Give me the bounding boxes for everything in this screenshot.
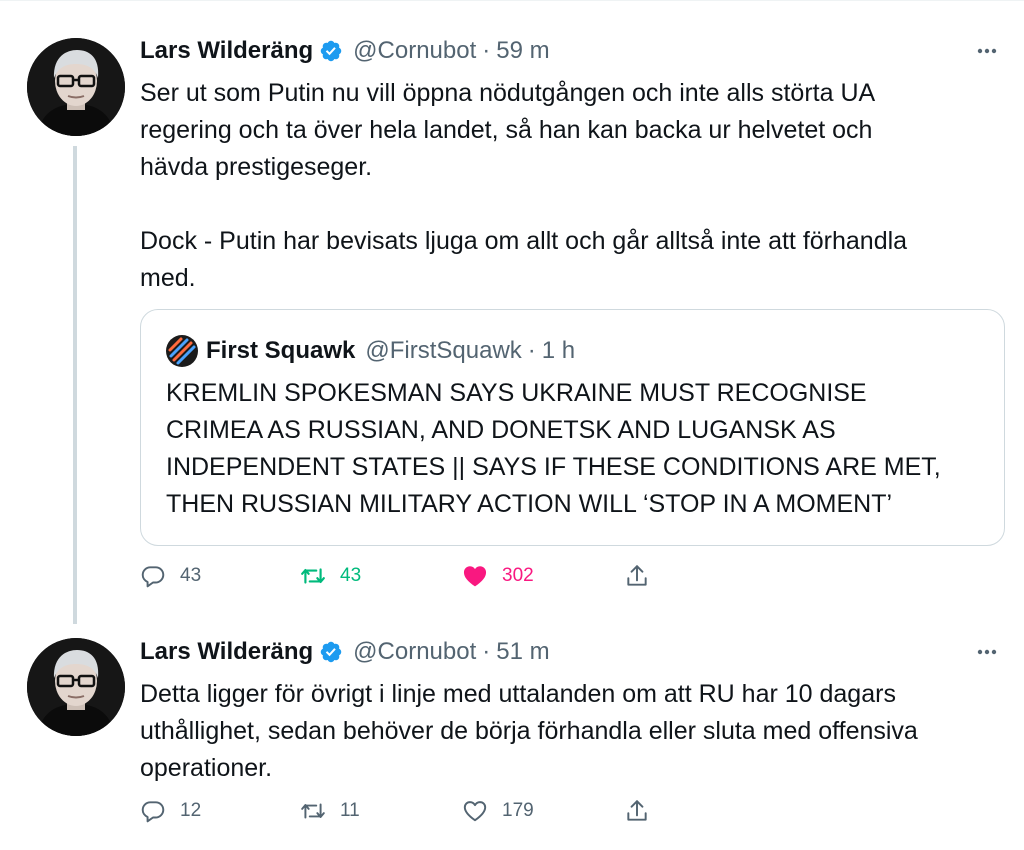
heart-icon [463, 566, 487, 587]
like-count: 302 [502, 565, 534, 586]
retweet-icon [301, 803, 325, 819]
tweet-text: Ser ut som Putin nu vill öppna nödutgång… [140, 75, 1000, 297]
tweet-text-line: Ser ut som Putin nu vill öppna nödutgång… [140, 79, 876, 107]
tweet-text-line: hävda prestigeseger. [140, 153, 373, 181]
retweet-button[interactable]: 43 [300, 558, 361, 594]
author-handle[interactable]: @Cornubot [353, 37, 476, 65]
tweet-text-line: operationer. [140, 754, 273, 782]
quoted-text-line: INDEPENDENT STATES || SAYS IF THESE COND… [166, 453, 941, 481]
tweet-actions: 12 11 179 [140, 793, 660, 829]
share-icon [627, 565, 647, 586]
timestamp[interactable]: 59 m [496, 37, 549, 65]
reply-button[interactable]: 43 [140, 558, 201, 594]
heart-icon [463, 801, 487, 822]
quoted-tweet[interactable]: First Squawk @FirstSquawk · 1 h KREMLIN … [140, 309, 1005, 546]
separator-dot: · [482, 638, 491, 665]
tweet-text-line: med. [140, 264, 196, 292]
tweet-text-line [140, 186, 1000, 223]
tweet-text: Detta ligger för övrigt i linje med utta… [140, 676, 1000, 787]
retweet-icon [301, 568, 325, 584]
quoted-author-name[interactable]: First Squawk [206, 337, 355, 365]
tweet[interactable]: Lars Wilderäng @Cornubot · 59 m Ser ut s… [0, 0, 1024, 624]
reply-count: 12 [180, 800, 202, 821]
tweet-header: Lars Wilderäng @Cornubot · 59 m [140, 33, 550, 69]
share-button[interactable] [624, 558, 664, 594]
tweet-actions: 43 43 302 [140, 558, 660, 594]
like-button[interactable]: 302 [462, 558, 534, 594]
tweet[interactable]: Lars Wilderäng @Cornubot · 51 m Detta li… [0, 612, 1024, 850]
more-options-icon[interactable] [974, 38, 1000, 64]
verified-badge-icon [319, 640, 343, 664]
thread-connector-line [73, 146, 77, 624]
quoted-avatar [166, 335, 198, 367]
author-handle[interactable]: @Cornubot [353, 638, 476, 666]
retweet-count: 11 [340, 800, 360, 821]
share-button[interactable] [624, 793, 664, 829]
author-portrait-image [27, 638, 125, 736]
author-name[interactable]: Lars Wilderäng [140, 37, 313, 65]
tweet-text-line: Detta ligger för övrigt i linje med utta… [140, 680, 896, 708]
reply-icon [141, 801, 165, 823]
author-portrait-image [27, 38, 125, 136]
avatar[interactable] [27, 638, 125, 736]
tweet-text-line: regering och ta över hela landet, så han… [140, 116, 873, 144]
share-icon [627, 800, 647, 821]
quoted-timestamp[interactable]: 1 h [542, 337, 575, 365]
tweet-header: Lars Wilderäng @Cornubot · 51 m [140, 634, 550, 670]
reply-icon [141, 566, 165, 588]
quoted-text-line: CRIMEA AS RUSSIAN, AND DONETSK AND LUGAN… [166, 416, 836, 444]
verified-badge-icon [319, 39, 343, 63]
author-name[interactable]: Lars Wilderäng [140, 638, 313, 666]
avatar[interactable] [27, 38, 125, 136]
quoted-text-line: THEN RUSSIAN MILITARY ACTION WILL ‘STOP … [166, 490, 893, 518]
like-count: 179 [502, 800, 534, 821]
timestamp[interactable]: 51 m [496, 638, 549, 666]
separator-dot: · [482, 37, 491, 64]
tweet-text-line: Dock - Putin har bevisats ljuga om allt … [140, 227, 908, 255]
tweet-text-line: uthållighet, sedan behöver de börja förh… [140, 717, 918, 745]
quoted-tweet-text: KREMLIN SPOKESMAN SAYS UKRAINE MUST RECO… [166, 375, 986, 523]
like-button[interactable]: 179 [462, 793, 534, 829]
quoted-author-handle[interactable]: @FirstSquawk [365, 337, 521, 365]
retweet-button[interactable]: 11 [300, 793, 360, 829]
more-options-icon[interactable] [974, 639, 1000, 665]
reply-count: 43 [180, 565, 202, 586]
retweet-count: 43 [340, 565, 362, 586]
quoted-tweet-header: First Squawk @FirstSquawk · 1 h [166, 334, 575, 368]
separator-dot: · [527, 337, 536, 364]
quoted-text-line: KREMLIN SPOKESMAN SAYS UKRAINE MUST RECO… [166, 379, 867, 407]
reply-button[interactable]: 12 [140, 793, 201, 829]
